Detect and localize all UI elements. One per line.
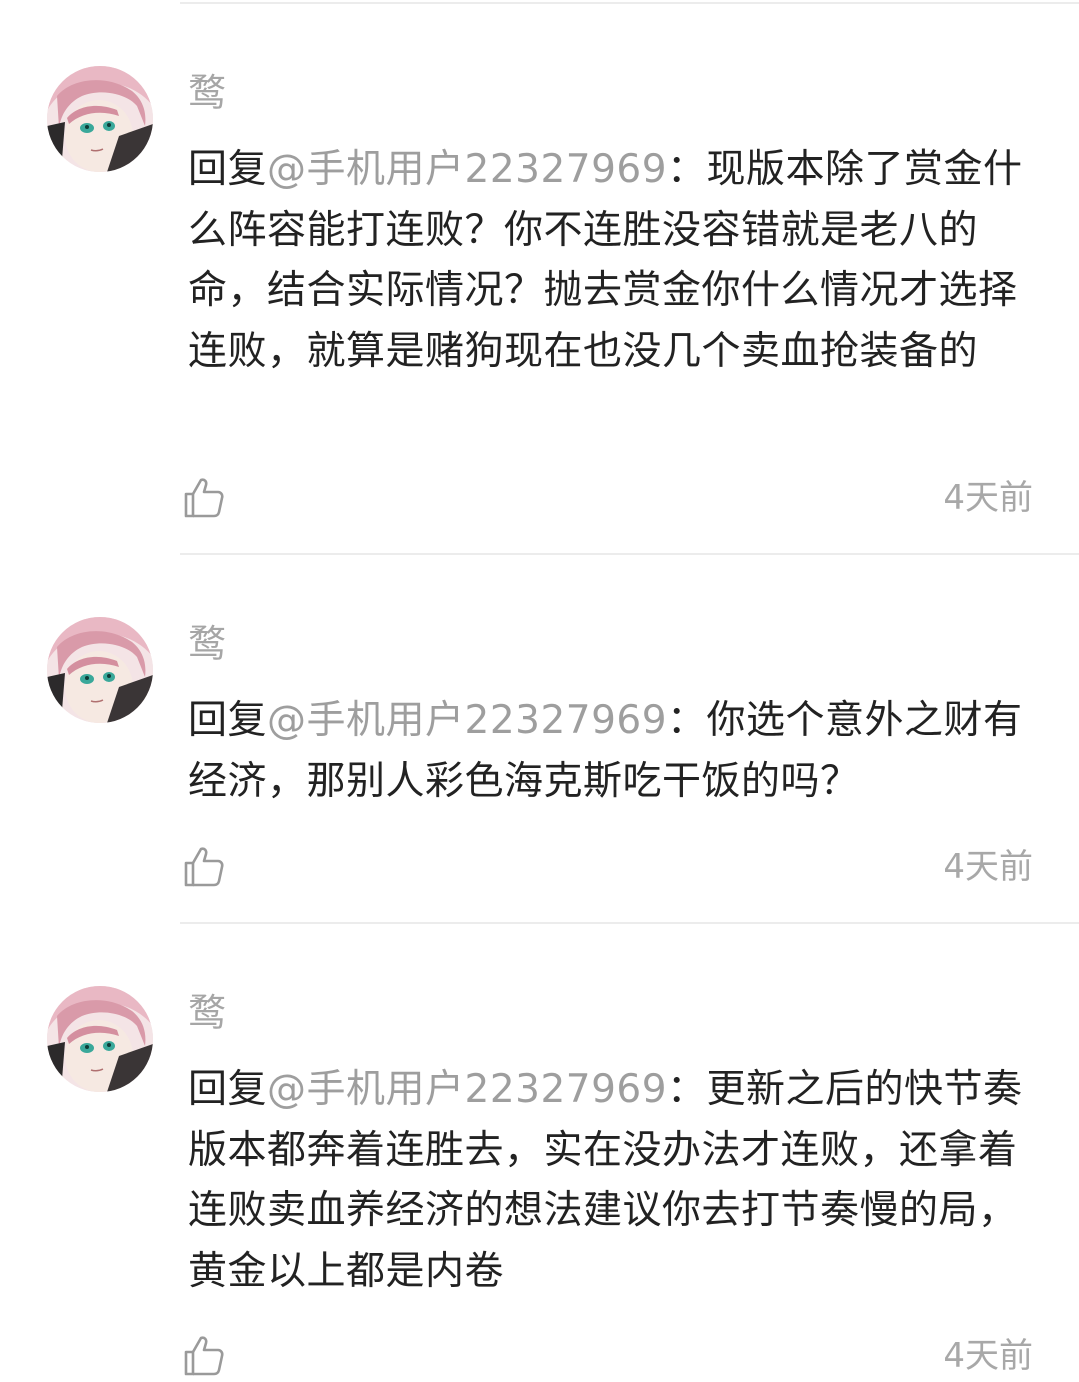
avatar[interactable] bbox=[47, 986, 153, 1092]
like-button[interactable] bbox=[182, 1334, 226, 1378]
thumbs-up-icon bbox=[184, 1336, 224, 1376]
divider bbox=[180, 922, 1079, 924]
reply-prefix: 回复 bbox=[188, 147, 268, 192]
comment-text: 回复@手机用户22327969：更新之后的快节奏版本都奔着连胜去，实在没办法才连… bbox=[188, 1060, 1038, 1302]
divider-top bbox=[180, 2, 1079, 4]
avatar[interactable] bbox=[47, 617, 153, 723]
like-button[interactable] bbox=[182, 476, 226, 520]
reply-prefix: 回复 bbox=[188, 698, 268, 743]
thumbs-up-icon bbox=[184, 847, 224, 887]
mention-link[interactable]: @手机用户22327969 bbox=[267, 1067, 667, 1112]
anime-avatar-icon bbox=[47, 66, 153, 172]
comment-text: 回复@手机用户22327969：你选个意外之财有经济，那别人彩色海克斯吃干饭的吗… bbox=[188, 691, 1038, 812]
mention-link[interactable]: @手机用户22327969 bbox=[267, 147, 667, 192]
timestamp: 4天前 bbox=[943, 847, 1033, 887]
timestamp: 4天前 bbox=[943, 478, 1033, 518]
divider bbox=[180, 553, 1079, 555]
avatar[interactable] bbox=[47, 66, 153, 172]
timestamp: 4天前 bbox=[943, 1336, 1033, 1376]
thumbs-up-icon bbox=[184, 478, 224, 518]
anime-avatar-icon bbox=[47, 986, 153, 1092]
anime-avatar-icon bbox=[47, 617, 153, 723]
username[interactable]: 鹜 bbox=[188, 990, 226, 1036]
comment-text: 回复@手机用户22327969：现版本除了赏金什么阵容能打连败？你不连胜没容错就… bbox=[188, 140, 1038, 382]
mention-link[interactable]: @手机用户22327969 bbox=[267, 698, 667, 743]
reply-prefix: 回复 bbox=[188, 1067, 268, 1112]
username[interactable]: 鹜 bbox=[188, 70, 226, 116]
username[interactable]: 鹜 bbox=[188, 621, 226, 667]
like-button[interactable] bbox=[182, 845, 226, 889]
